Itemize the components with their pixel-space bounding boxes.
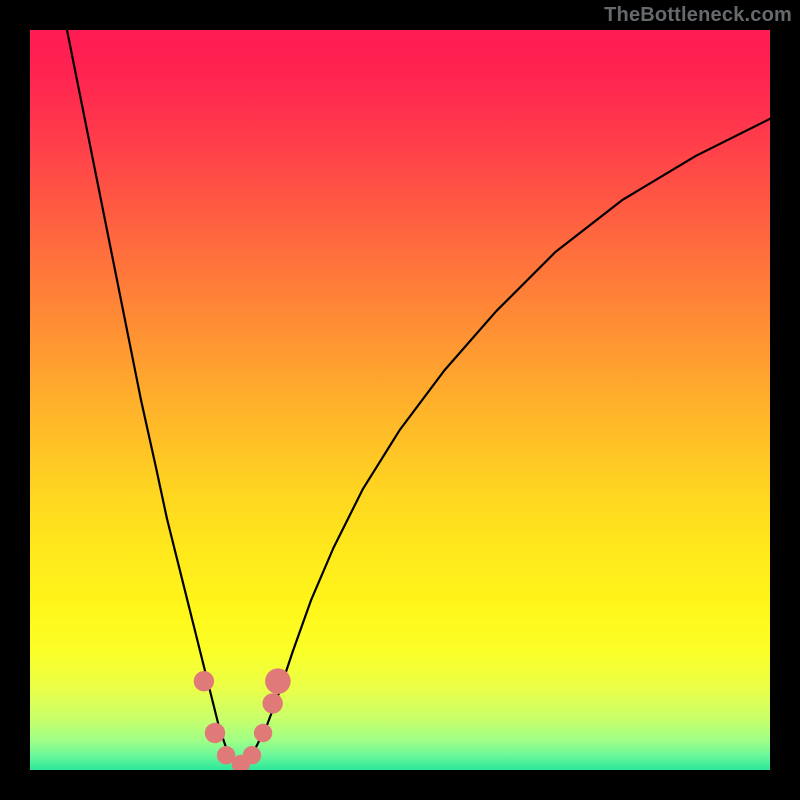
curve-layer — [30, 30, 770, 770]
curve-marker — [265, 668, 291, 694]
marker-layer — [194, 668, 291, 770]
plot-area — [30, 30, 770, 770]
watermark-label: TheBottleneck.com — [604, 4, 792, 27]
chart-frame: TheBottleneck.com — [0, 0, 800, 800]
bottleneck-curve — [67, 30, 770, 766]
curve-marker — [254, 724, 272, 742]
curve-marker — [263, 693, 283, 713]
curve-marker — [194, 671, 214, 691]
curve-marker — [243, 746, 261, 764]
curve-marker — [205, 723, 225, 743]
